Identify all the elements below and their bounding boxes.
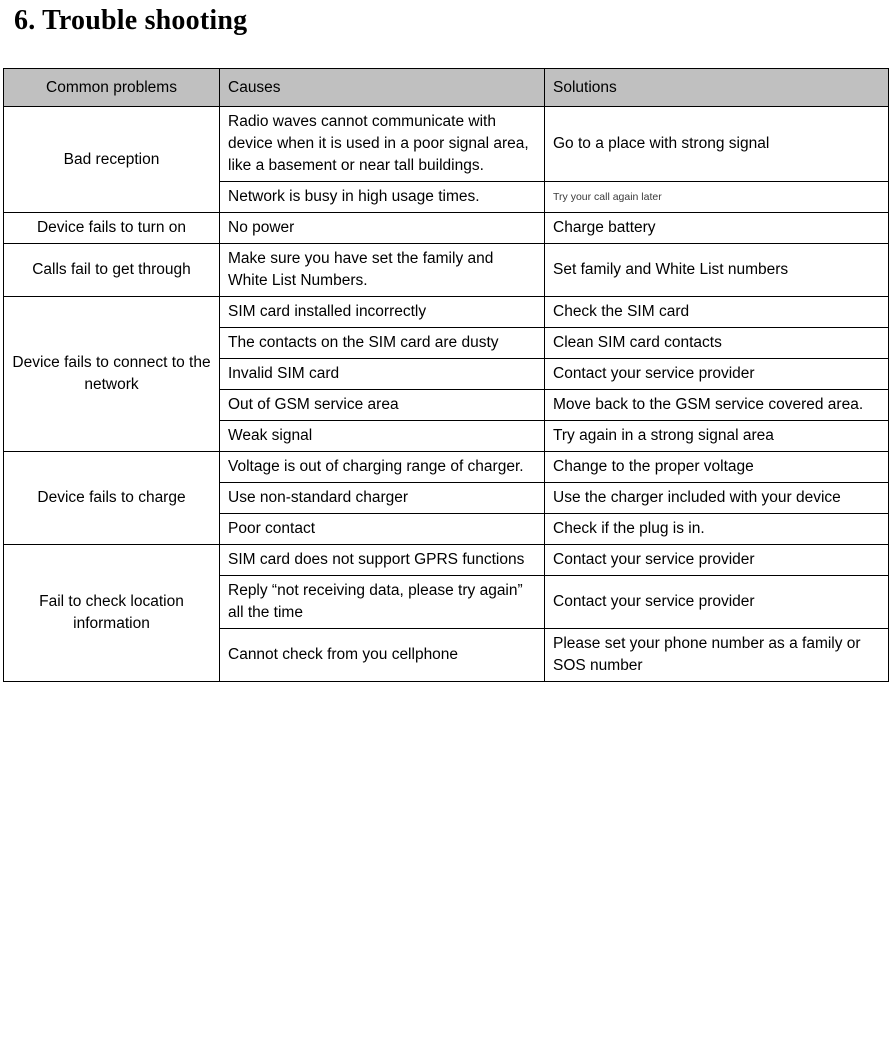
table-header: Common problems Causes Solutions (3, 68, 889, 107)
troubleshooting-table-wrapper: Common problems Causes Solutions Bad rec… (0, 68, 891, 682)
solution-cell: Try your call again later (544, 181, 889, 213)
cause-cell: Use non-standard charger (219, 482, 545, 514)
problem-cell: Bad reception (3, 106, 220, 213)
cause-cell: Out of GSM service area (219, 389, 545, 421)
cause-cell: Network is busy in high usage times. (219, 181, 545, 213)
solution-cell: Set family and White List numbers (544, 243, 889, 297)
cause-cell: SIM card does not support GPRS functions (219, 544, 545, 576)
solution-cell: Use the charger included with your devic… (544, 482, 889, 514)
table-row: Device fails to charge Voltage is out of … (3, 451, 889, 545)
column-header-common-problems: Common problems (3, 68, 220, 107)
table-row: Device fails to connect to the network SI… (3, 296, 889, 452)
solution-cell: Check if the plug is in. (544, 513, 889, 545)
solution-cell: Charge battery (544, 212, 889, 244)
table-row: Calls fail to get through Make sure you h… (3, 243, 889, 297)
cause-cell: Make sure you have set the family and Wh… (219, 243, 545, 297)
solution-cell: Contact your service provider (544, 358, 889, 390)
solution-cell: Try again in a strong signal area (544, 420, 889, 452)
page-title: 6. Trouble shooting (14, 5, 248, 36)
column-header-causes: Causes (219, 68, 545, 107)
cause-cell: Voltage is out of charging range of char… (219, 451, 545, 483)
problem-cell: Fail to check location information (3, 544, 220, 682)
problem-cell: Device fails to charge (3, 451, 220, 545)
table-row: Device fails to turn on No power Charge ba… (3, 212, 889, 244)
solution-cell: Change to the proper voltage (544, 451, 889, 483)
solution-cell: Clean SIM card contacts (544, 327, 889, 359)
cause-cell: Cannot check from you cellphone (219, 628, 545, 682)
solution-cell: Contact your service provider (544, 544, 889, 576)
cause-cell: Weak signal (219, 420, 545, 452)
cause-cell: The contacts on the SIM card are dusty (219, 327, 545, 359)
cause-cell: No power (219, 212, 545, 244)
cause-cell: Invalid SIM card (219, 358, 545, 390)
column-header-solutions: Solutions (544, 68, 889, 107)
solution-cell: Go to a place with strong signal (544, 106, 889, 182)
cause-cell: Reply “not receiving data, please try ag… (219, 575, 545, 629)
table-row: Fail to check location information SIM ca… (3, 544, 889, 682)
solution-cell: Please set your phone number as a family… (544, 628, 889, 682)
solution-cell: Contact your service provider (544, 575, 889, 629)
document-page: 6. Trouble shooting Common problems Caus… (0, 0, 891, 1063)
problem-cell: Device fails to connect to the network (3, 296, 220, 452)
table-body: Bad reception Radio waves cannot communic… (3, 106, 889, 682)
cause-cell: SIM card installed incorrectly (219, 296, 545, 328)
table-row: Bad reception Radio waves cannot communic… (3, 106, 889, 213)
solution-cell: Check the SIM card (544, 296, 889, 328)
cause-cell: Poor contact (219, 513, 545, 545)
table-header-row: Common problems Causes Solutions (3, 68, 889, 107)
cause-cell: Radio waves cannot communicate with devi… (219, 106, 545, 182)
solution-cell: Move back to the GSM service covered are… (544, 389, 889, 421)
problem-cell: Device fails to turn on (3, 212, 220, 244)
problem-cell: Calls fail to get through (3, 243, 220, 297)
title-spacer (0, 38, 891, 68)
troubleshooting-table: Common problems Causes Solutions Bad rec… (3, 68, 889, 682)
